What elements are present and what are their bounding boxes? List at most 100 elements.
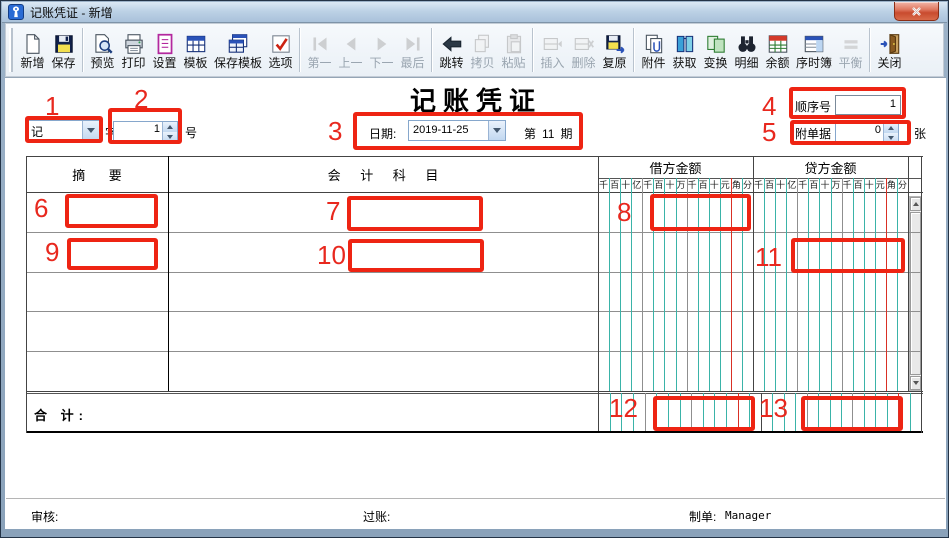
toolbar-button-last[interactable]: 最后 bbox=[397, 30, 428, 71]
toolbar-button-paste[interactable]: 粘贴 bbox=[498, 30, 529, 71]
save-template-icon bbox=[226, 32, 250, 56]
toolbar-button-label: 预览 bbox=[90, 56, 114, 70]
toolbar-button-label: 保存 bbox=[51, 56, 75, 70]
annotation-number-10: 10 bbox=[317, 242, 346, 268]
annotation-box-4 bbox=[789, 87, 906, 119]
toolbar-button-first[interactable]: 第一 bbox=[304, 30, 335, 71]
toolbar-button-setup[interactable]: 设置 bbox=[149, 30, 180, 71]
toolbar-button-label: 删除 bbox=[572, 56, 596, 70]
toolbar-button-restore[interactable]: 复原 bbox=[599, 30, 630, 71]
toolbar-button-options[interactable]: 选项 bbox=[265, 30, 296, 71]
annotation-box-10 bbox=[348, 239, 484, 272]
footer-divider bbox=[6, 498, 945, 499]
toolbar-button-print[interactable]: 打印 bbox=[118, 30, 149, 71]
toolbar-button-fetch[interactable]: 获取 bbox=[669, 30, 700, 71]
toolbar-button-insert[interactable]: 插入 bbox=[537, 30, 568, 71]
grid-cell-account-row3[interactable] bbox=[168, 273, 598, 312]
grid-cell-summary-row5[interactable] bbox=[26, 352, 168, 391]
toolbar-button-label: 新增 bbox=[20, 56, 44, 70]
toolbar-grip[interactable] bbox=[9, 28, 13, 72]
toolbar-button-template[interactable]: 模板 bbox=[180, 30, 211, 71]
prev-icon bbox=[339, 32, 363, 56]
post-label: 过账: bbox=[363, 508, 390, 525]
grid-line bbox=[26, 391, 923, 392]
scroll-up-icon[interactable] bbox=[910, 197, 921, 211]
digit-label: 千 bbox=[842, 179, 853, 192]
column-header-summary: 摘 要 bbox=[26, 156, 168, 192]
door-icon bbox=[878, 32, 902, 56]
digit-label: 分 bbox=[897, 179, 908, 192]
annotation-box-6 bbox=[65, 194, 158, 228]
voucher-window: 记账凭证 - 新增 新增保存 预览打印设置模板保存模板选项第一上一下一最后跳转拷贝… bbox=[0, 0, 949, 538]
toolbar-button-save-template[interactable]: 保存模板 bbox=[211, 30, 265, 71]
column-header-account: 会 计 科 目 bbox=[168, 156, 598, 192]
column-header-credit: 贷方金额 bbox=[753, 156, 908, 178]
grid-cell-summary-row3[interactable] bbox=[26, 273, 168, 312]
annotation-box-13 bbox=[801, 396, 903, 431]
toolbar-button-detail[interactable]: 明细 bbox=[731, 30, 762, 71]
grid-cell-credit-row3[interactable] bbox=[753, 273, 908, 312]
digit-label: 亿 bbox=[786, 179, 797, 192]
grid-cell-credit-row5[interactable] bbox=[753, 352, 908, 391]
grid-cell-summary-row4[interactable] bbox=[26, 312, 168, 351]
toolbar-separator bbox=[82, 28, 84, 72]
grid-cell-debit-row5[interactable] bbox=[598, 352, 753, 391]
toolbar-button-save[interactable]: 保存 bbox=[48, 30, 79, 71]
digit-label: 千 bbox=[753, 179, 764, 192]
delete-icon bbox=[572, 32, 596, 56]
next-icon bbox=[370, 32, 394, 56]
balance-icon bbox=[766, 32, 790, 56]
titlebar[interactable]: 记账凭证 - 新增 bbox=[2, 2, 947, 23]
window-title: 记账凭证 - 新增 bbox=[30, 4, 113, 21]
toolbar-button-balanced[interactable]: 平衡 bbox=[835, 30, 866, 71]
grid-cell-credit-row1[interactable] bbox=[753, 193, 908, 232]
toolbar-separator bbox=[633, 28, 635, 72]
toolbar-button-jump[interactable]: 跳转 bbox=[436, 30, 467, 71]
toolbar-button-label: 下一 bbox=[370, 56, 394, 70]
toolbar-button-attachment[interactable]: 附件 bbox=[638, 30, 669, 71]
grid-line bbox=[26, 431, 923, 433]
toolbar-button-label: 拷贝 bbox=[471, 56, 495, 70]
toolbar-button-copy[interactable]: 拷贝 bbox=[467, 30, 498, 71]
toolbar-button-close[interactable]: 关闭 bbox=[874, 30, 905, 71]
grid-line bbox=[921, 156, 922, 433]
toolbar-button-balance[interactable]: 余额 bbox=[762, 30, 793, 71]
toolbar-button-new[interactable]: 新增 bbox=[17, 30, 48, 71]
toolbar-button-label: 余额 bbox=[766, 56, 790, 70]
grid-cell-debit-row4[interactable] bbox=[598, 312, 753, 351]
annotation-box-8 bbox=[650, 194, 751, 231]
toolbar-button-label: 设置 bbox=[152, 56, 176, 70]
grid-line bbox=[908, 156, 909, 391]
toolbar-button-label: 关闭 bbox=[878, 56, 902, 70]
scroll-down-icon[interactable] bbox=[910, 376, 921, 390]
toolbar-button-label: 粘贴 bbox=[502, 56, 526, 70]
toolbar-button-label: 选项 bbox=[269, 56, 293, 70]
close-icon bbox=[911, 6, 922, 17]
toolbar-button-transform[interactable]: 变换 bbox=[700, 30, 731, 71]
digit-label: 百 bbox=[853, 179, 864, 192]
grid-cell-debit-row2[interactable] bbox=[598, 233, 753, 272]
annotation-number-11: 11 bbox=[755, 244, 782, 270]
close-button[interactable] bbox=[894, 2, 939, 21]
grid-cell-account-row4[interactable] bbox=[168, 312, 598, 351]
annotation-number-7: 7 bbox=[326, 198, 340, 224]
toolbar-button-preview[interactable]: 预览 bbox=[87, 30, 118, 71]
digit-label: 千 bbox=[598, 179, 609, 192]
grid-cell-debit-row3[interactable] bbox=[598, 273, 753, 312]
toolbar-button-journal[interactable]: 序时簿 bbox=[793, 30, 835, 71]
grid-cell-credit-row4[interactable] bbox=[753, 312, 908, 351]
toolbar-button-label: 打印 bbox=[121, 56, 145, 70]
transform-icon bbox=[704, 32, 728, 56]
toolbar-button-label: 附件 bbox=[642, 56, 666, 70]
digit-label: 百 bbox=[808, 179, 819, 192]
grid-cell-account-row5[interactable] bbox=[168, 352, 598, 391]
annotation-box-5 bbox=[790, 120, 911, 145]
toolbar-button-delete[interactable]: 删除 bbox=[568, 30, 599, 71]
toolbar-button-next[interactable]: 下一 bbox=[366, 30, 397, 71]
digit-label: 万 bbox=[831, 179, 842, 192]
jump-icon bbox=[440, 32, 464, 56]
options-icon bbox=[269, 32, 293, 56]
annotation-box-9 bbox=[67, 238, 158, 270]
digit-label: 百 bbox=[764, 179, 775, 192]
toolbar-button-previous[interactable]: 上一 bbox=[335, 30, 366, 71]
